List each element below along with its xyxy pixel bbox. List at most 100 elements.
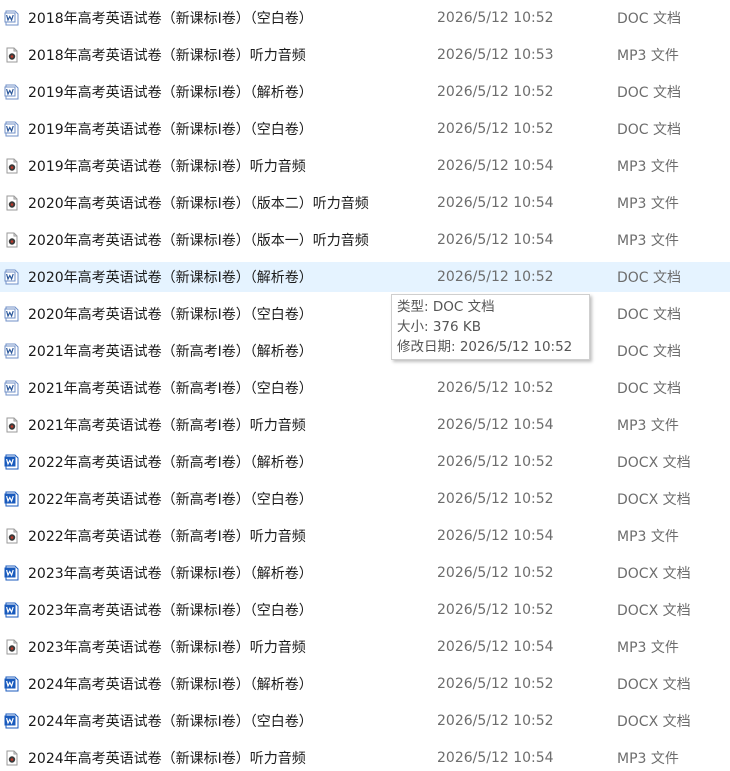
file-modified-date: 2026/5/12 10:52	[437, 84, 554, 100]
file-row[interactable]: 2019年高考英语试卷（新课标Ⅰ卷）（空白卷） 2026/5/12 10:52 DO…	[0, 114, 730, 144]
file-type: DOCX 文档	[617, 603, 691, 619]
file-name: 2024年高考英语试卷（新课标Ⅰ卷）听力音频	[28, 751, 306, 767]
file-row[interactable]: 2020年高考英语试卷（新课标Ⅰ卷）（版本二）听力音频 2026/5/12 10:…	[0, 188, 730, 218]
file-type: DOCX 文档	[617, 455, 691, 471]
tooltip-type: 类型: DOC 文档	[397, 299, 495, 315]
mp3-icon	[4, 750, 20, 766]
file-type: DOCX 文档	[617, 677, 691, 693]
file-type: DOC 文档	[617, 85, 682, 101]
file-name: 2023年高考英语试卷（新课标Ⅰ卷）（解析卷）	[28, 566, 313, 582]
file-name: 2021年高考英语试卷（新高考Ⅰ卷）听力音频	[28, 418, 306, 434]
file-type: MP3 文件	[617, 159, 679, 175]
file-row[interactable]: 2022年高考英语试卷（新高考Ⅰ卷）听力音频 2026/5/12 10:54 MP3…	[0, 521, 730, 551]
mp3-icon	[4, 47, 20, 63]
file-type: DOCX 文档	[617, 714, 691, 730]
file-modified-date: 2026/5/12 10:54	[437, 232, 554, 248]
file-row[interactable]: 2024年高考英语试卷（新课标Ⅰ卷）（空白卷） 2026/5/12 10:52 DO…	[0, 706, 730, 736]
mp3-icon	[4, 158, 20, 174]
file-modified-date: 2026/5/12 10:52	[437, 10, 554, 26]
file-row[interactable]: 2018年高考英语试卷（新课标Ⅰ卷）听力音频 2026/5/12 10:53 MP3…	[0, 40, 730, 70]
file-row[interactable]: 2021年高考英语试卷（新高考Ⅰ卷）（空白卷） 2026/5/12 10:52 DO…	[0, 373, 730, 403]
file-name: 2019年高考英语试卷（新课标Ⅰ卷）（解析卷）	[28, 85, 313, 101]
file-modified-date: 2026/5/12 10:52	[437, 676, 554, 692]
docx-icon	[4, 713, 20, 729]
file-modified-date: 2026/5/12 10:52	[437, 121, 554, 137]
file-name: 2024年高考英语试卷（新课标Ⅰ卷）（空白卷）	[28, 714, 313, 730]
file-row[interactable]: 2023年高考英语试卷（新课标Ⅰ卷）听力音频 2026/5/12 10:54 MP3…	[0, 632, 730, 662]
file-list: 2024年高考英语试卷（新课标Ⅰ卷）听力音频 2026/5/12 10:54 MP3…	[0, 0, 730, 771]
file-row[interactable]: 2023年高考英语试卷（新课标Ⅰ卷）（解析卷） 2026/5/12 10:52 DO…	[0, 558, 730, 588]
file-row[interactable]: 2020年高考英语试卷（新课标Ⅰ卷）（空白卷） DOC 文档	[0, 299, 730, 329]
file-name: 2023年高考英语试卷（新课标Ⅰ卷）（空白卷）	[28, 603, 313, 619]
docx-icon	[4, 491, 20, 507]
file-row[interactable]: 2018年高考英语试卷（新课标Ⅰ卷）（空白卷） 2026/5/12 10:52 DO…	[0, 3, 730, 33]
file-modified-date: 2026/5/12 10:52	[437, 380, 554, 396]
file-type: MP3 文件	[617, 640, 679, 656]
file-row[interactable]: 2021年高考英语试卷（新高考Ⅰ卷）（解析卷） DOC 文档	[0, 336, 730, 366]
file-name: 2019年高考英语试卷（新课标Ⅰ卷）（空白卷）	[28, 122, 313, 138]
doc-icon	[4, 269, 20, 285]
file-row[interactable]: 2022年高考英语试卷（新高考Ⅰ卷）（解析卷） 2026/5/12 10:52 DO…	[0, 447, 730, 477]
file-modified-date: 2026/5/12 10:54	[437, 750, 554, 766]
file-modified-date: 2026/5/12 10:52	[437, 269, 554, 285]
file-name: 2024年高考英语试卷（新课标Ⅰ卷）（解析卷）	[28, 677, 313, 693]
file-name: 2020年高考英语试卷（新课标Ⅰ卷）（空白卷）	[28, 307, 313, 323]
file-type: DOC 文档	[617, 344, 682, 360]
doc-icon	[4, 121, 20, 137]
doc-icon	[4, 84, 20, 100]
file-row[interactable]: 2019年高考英语试卷（新课标Ⅰ卷）（解析卷） 2026/5/12 10:52 DO…	[0, 77, 730, 107]
docx-icon	[4, 454, 20, 470]
file-type: DOC 文档	[617, 122, 682, 138]
mp3-icon	[4, 232, 20, 248]
file-tooltip: 类型: DOC 文档 大小: 376 KB 修改日期: 2026/5/12 10…	[391, 294, 590, 360]
file-type: MP3 文件	[617, 233, 679, 249]
file-modified-date: 2026/5/12 10:54	[437, 195, 554, 211]
file-type: DOC 文档	[617, 270, 682, 286]
file-modified-date: 2026/5/12 10:52	[437, 602, 554, 618]
file-type: DOC 文档	[617, 11, 682, 27]
file-name: 2022年高考英语试卷（新高考Ⅰ卷）（解析卷）	[28, 455, 313, 471]
file-modified-date: 2026/5/12 10:54	[437, 417, 554, 433]
file-type: DOC 文档	[617, 381, 682, 397]
mp3-icon	[4, 417, 20, 433]
file-type: DOCX 文档	[617, 492, 691, 508]
file-type: MP3 文件	[617, 529, 679, 545]
file-name: 2020年高考英语试卷（新课标Ⅰ卷）（版本一）听力音频	[28, 233, 369, 249]
doc-icon	[4, 343, 20, 359]
docx-icon	[4, 602, 20, 618]
file-row[interactable]: 2020年高考英语试卷（新课标Ⅰ卷）（版本一）听力音频 2026/5/12 10:…	[0, 225, 730, 255]
file-row[interactable]: 2024年高考英语试卷（新课标Ⅰ卷）（解析卷） 2026/5/12 10:52 DO…	[0, 669, 730, 699]
file-row[interactable]: 2022年高考英语试卷（新高考Ⅰ卷）（空白卷） 2026/5/12 10:52 DO…	[0, 484, 730, 514]
file-name: 2021年高考英语试卷（新高考Ⅰ卷）（解析卷）	[28, 344, 313, 360]
file-name: 2023年高考英语试卷（新课标Ⅰ卷）听力音频	[28, 640, 306, 656]
file-row[interactable]: 2024年高考英语试卷（新课标Ⅰ卷）听力音频 2026/5/12 10:54 MP3…	[0, 743, 730, 771]
file-name: 2020年高考英语试卷（新课标Ⅰ卷）（版本二）听力音频	[28, 196, 369, 212]
file-name: 2022年高考英语试卷（新高考Ⅰ卷）听力音频	[28, 529, 306, 545]
file-type: MP3 文件	[617, 196, 679, 212]
file-modified-date: 2026/5/12 10:52	[437, 713, 554, 729]
file-type: MP3 文件	[617, 418, 679, 434]
file-row[interactable]: 2020年高考英语试卷（新课标Ⅰ卷）（解析卷） 2026/5/12 10:52 DO…	[0, 262, 730, 292]
file-row[interactable]: 2019年高考英语试卷（新课标Ⅰ卷）听力音频 2026/5/12 10:54 MP3…	[0, 151, 730, 181]
doc-icon	[4, 306, 20, 322]
file-modified-date: 2026/5/12 10:52	[437, 565, 554, 581]
file-name: 2019年高考英语试卷（新课标Ⅰ卷）听力音频	[28, 159, 306, 175]
file-modified-date: 2026/5/12 10:52	[437, 491, 554, 507]
doc-icon	[4, 10, 20, 26]
file-type: MP3 文件	[617, 751, 679, 767]
file-name: 2021年高考英语试卷（新高考Ⅰ卷）（空白卷）	[28, 381, 313, 397]
file-type: MP3 文件	[617, 48, 679, 64]
file-type: DOCX 文档	[617, 566, 691, 582]
tooltip-size: 大小: 376 KB	[397, 319, 482, 335]
file-modified-date: 2026/5/12 10:54	[437, 639, 554, 655]
doc-icon	[4, 380, 20, 396]
file-name: 2020年高考英语试卷（新课标Ⅰ卷）（解析卷）	[28, 270, 313, 286]
docx-icon	[4, 565, 20, 581]
file-row[interactable]: 2023年高考英语试卷（新课标Ⅰ卷）（空白卷） 2026/5/12 10:52 DO…	[0, 595, 730, 625]
file-modified-date: 2026/5/12 10:53	[437, 47, 554, 63]
file-row[interactable]: 2021年高考英语试卷（新高考Ⅰ卷）听力音频 2026/5/12 10:54 MP3…	[0, 410, 730, 440]
mp3-icon	[4, 639, 20, 655]
file-modified-date: 2026/5/12 10:52	[437, 454, 554, 470]
file-modified-date: 2026/5/12 10:54	[437, 158, 554, 174]
file-type: DOC 文档	[617, 307, 682, 323]
